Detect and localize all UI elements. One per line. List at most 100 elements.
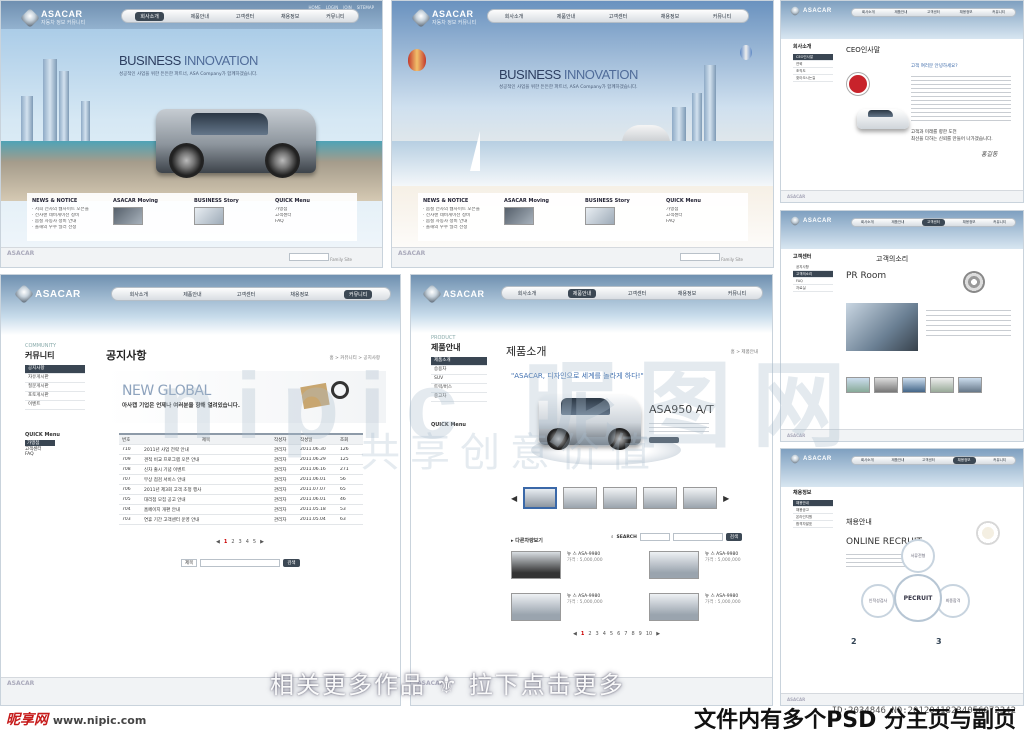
- side-menu-item[interactable]: 조직도: [793, 68, 833, 75]
- logo[interactable]: ASACAR: [789, 5, 832, 17]
- side-menu-item[interactable]: 중고차: [431, 393, 487, 402]
- search-button[interactable]: 검색: [283, 559, 300, 567]
- nav-item[interactable]: 회사소개: [505, 13, 523, 20]
- side-menu-item[interactable]: 포토게시판: [25, 392, 85, 401]
- pr-thumbnail[interactable]: [930, 377, 954, 393]
- page-link[interactable]: 3: [596, 631, 599, 637]
- news-item[interactable]: · 올해의 우수 딜러 선정: [423, 225, 500, 231]
- table-row[interactable]: 708 신차 출시 기념 이벤트 관리자 2011.06.16 271: [119, 465, 363, 475]
- search-input[interactable]: [200, 559, 281, 567]
- page-link[interactable]: 5: [253, 539, 256, 545]
- prev-page-icon[interactable]: ◀: [573, 631, 577, 637]
- side-menu-item[interactable]: 제품소개: [431, 357, 487, 366]
- search-button[interactable]: 검색: [725, 533, 743, 541]
- family-site-select[interactable]: Family Site: [679, 253, 743, 262]
- page-link[interactable]: 4: [603, 631, 606, 637]
- quick-menu-item[interactable]: FAQ: [25, 452, 85, 457]
- page-link[interactable]: 7: [624, 631, 627, 637]
- util-sitemap[interactable]: SITEMAP: [357, 5, 374, 10]
- side-menu-item[interactable]: FAQ: [793, 278, 833, 285]
- page-link[interactable]: 5: [610, 631, 613, 637]
- side-menu-item[interactable]: 공지사항: [25, 365, 85, 374]
- page-link[interactable]: 6: [617, 631, 620, 637]
- side-menu-item[interactable]: 온라인지원: [793, 514, 833, 521]
- side-menu-item[interactable]: SUV: [431, 375, 487, 384]
- nav-item[interactable]: 커뮤니티: [326, 13, 344, 20]
- table-row[interactable]: 706 2011년 제3회 고객 초청 행사 관리자 2011.07.07 65: [119, 485, 363, 495]
- nav-item[interactable]: 고객센터: [609, 13, 627, 20]
- family-site-select[interactable]: Family Site: [288, 253, 352, 262]
- nav-item[interactable]: 채용정보: [960, 10, 973, 15]
- logo[interactable]: ASACAR: [14, 284, 81, 304]
- nav-item[interactable]: 제품안내: [183, 291, 201, 298]
- table-row[interactable]: 704 홈페이지 개편 안내 관리자 2011.05.18 53: [119, 505, 363, 515]
- table-row[interactable]: 710 2011년 사업 전략 안내 관리자 2011.06.30 126: [119, 445, 363, 455]
- nav-item[interactable]: 커뮤니티: [993, 220, 1006, 225]
- product-thumbnail[interactable]: [603, 487, 638, 509]
- product-thumbnail[interactable]: [643, 487, 678, 509]
- next-page-icon[interactable]: ▶: [656, 631, 660, 637]
- logo[interactable]: ASACAR: [789, 215, 832, 227]
- logo[interactable]: ASACAR: [789, 453, 832, 465]
- side-menu-item[interactable]: 찾아오시는길: [793, 75, 833, 82]
- nav-item[interactable]: 제품안내: [191, 13, 209, 20]
- logo[interactable]: ASACAR: [422, 284, 485, 304]
- nav-item[interactable]: 채용정보: [952, 457, 976, 464]
- product-thumbnail[interactable]: [523, 487, 558, 509]
- prev-arrow-icon[interactable]: ◀: [511, 494, 517, 503]
- product-detail-button[interactable]: [649, 437, 679, 443]
- nav-item[interactable]: 고객센터: [922, 219, 945, 226]
- nav-item[interactable]: 채용정보: [281, 13, 299, 20]
- search-input[interactable]: [639, 533, 670, 541]
- nav-item[interactable]: 회사소개: [130, 291, 148, 298]
- page-link[interactable]: 3: [239, 539, 242, 545]
- pr-main-photo[interactable]: [846, 303, 918, 351]
- side-menu-item[interactable]: 공지사항: [793, 264, 833, 271]
- nav-item[interactable]: 제품안내: [894, 10, 907, 15]
- car-card[interactable]: 뉴 스 ASA-9980 가격 : 5,000,000: [511, 593, 621, 623]
- nav-item[interactable]: 채용정보: [678, 290, 696, 297]
- quick-menu-item[interactable]: FAQ: [275, 219, 352, 225]
- nav-item[interactable]: 채용정보: [290, 291, 308, 298]
- nav-item[interactable]: 커뮤니티: [993, 458, 1006, 463]
- pr-thumbnail[interactable]: [902, 377, 926, 393]
- news-item[interactable]: · 올해의 우수 딜러 선정: [32, 225, 109, 231]
- story-thumbnail[interactable]: [585, 207, 615, 225]
- video-thumbnail[interactable]: [504, 207, 534, 225]
- side-menu-item[interactable]: CEO인사말: [793, 54, 833, 61]
- nav-item[interactable]: 고객센터: [927, 10, 940, 15]
- product-thumbnail[interactable]: [683, 487, 718, 509]
- side-menu-item[interactable]: 합격자발표: [793, 521, 833, 528]
- logo[interactable]: ASACAR 자동차 정보 커뮤니티: [411, 7, 476, 28]
- page-link[interactable]: 2: [231, 539, 234, 545]
- nav-item[interactable]: 회사소개: [135, 11, 164, 21]
- pr-thumbnail[interactable]: [874, 377, 898, 393]
- side-menu-item[interactable]: 채용공고: [793, 507, 833, 514]
- table-row[interactable]: 707 무상 점검 서비스 안내 관리자 2011.06.01 56: [119, 475, 363, 485]
- nav-item[interactable]: 회사소개: [862, 10, 875, 15]
- page-link[interactable]: 1: [581, 631, 584, 637]
- side-menu-item[interactable]: 이벤트: [25, 401, 85, 410]
- page-link[interactable]: 4: [246, 539, 249, 545]
- table-row[interactable]: 709 견적 비교 프로그램 오픈 안내 관리자 2011.06.29 125: [119, 455, 363, 465]
- product-thumbnail[interactable]: [563, 487, 598, 509]
- nav-item[interactable]: 고객센터: [236, 13, 254, 20]
- nav-item[interactable]: 고객센터: [922, 458, 935, 463]
- side-menu-item[interactable]: 트럭/버스: [431, 384, 487, 393]
- nav-item[interactable]: 제품안내: [567, 288, 597, 298]
- page-link[interactable]: 1: [224, 539, 227, 545]
- table-row[interactable]: 705 대리점 모집 공고 안내 관리자 2011.06.01 46: [119, 495, 363, 505]
- pr-thumbnail[interactable]: [958, 377, 982, 393]
- nav-item[interactable]: 커뮤니티: [728, 290, 746, 297]
- side-menu-item[interactable]: 채용안내: [793, 500, 833, 507]
- nav-item[interactable]: 채용정보: [963, 220, 976, 225]
- story-thumbnail[interactable]: [194, 207, 224, 225]
- nav-item[interactable]: 제품안내: [891, 458, 904, 463]
- page-link[interactable]: 8: [631, 631, 634, 637]
- page-link[interactable]: 2: [588, 631, 591, 637]
- side-menu-item[interactable]: 자유게시판: [25, 374, 85, 383]
- car-card[interactable]: 뉴 스 ASA-9980 가격 : 5,000,000: [649, 593, 759, 623]
- search-field-select[interactable]: 제목: [181, 559, 198, 567]
- pr-thumbnail[interactable]: [846, 377, 870, 393]
- side-menu-item[interactable]: 질문게시판: [25, 383, 85, 392]
